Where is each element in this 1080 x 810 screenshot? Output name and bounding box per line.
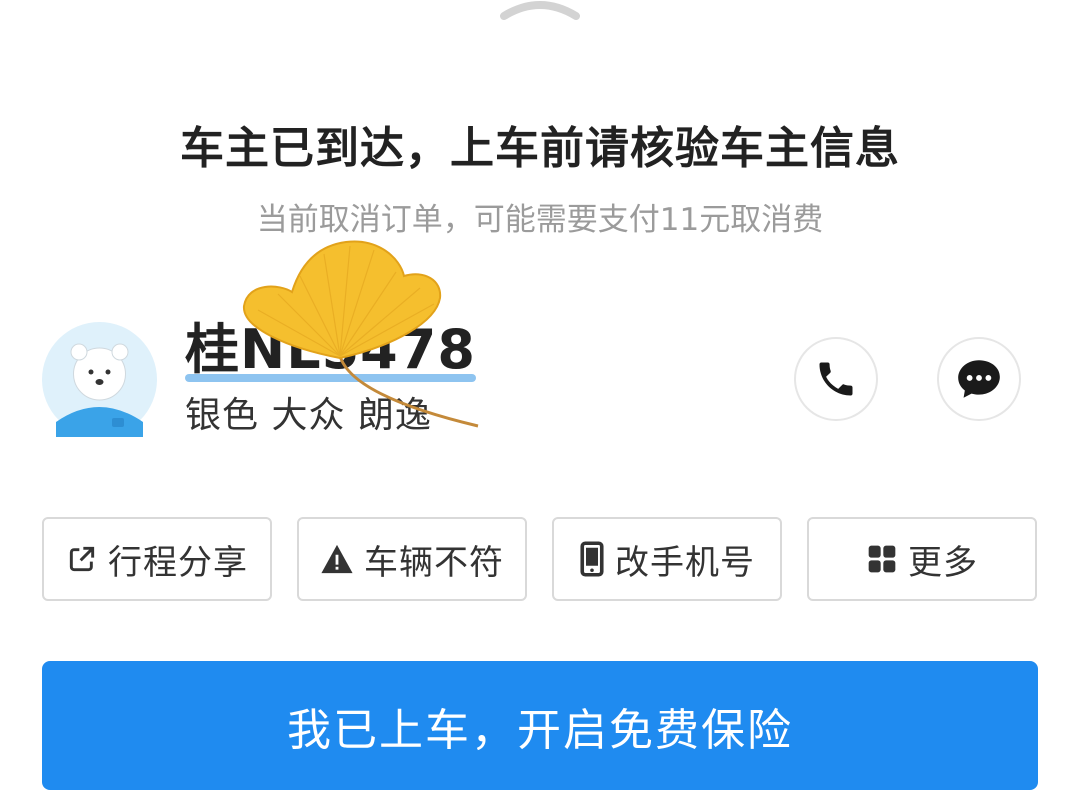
change-phone-button[interactable]: 改手机号 bbox=[552, 517, 782, 601]
plate-underline bbox=[185, 374, 476, 382]
boarded-start-insurance-button[interactable]: 我已上车，开启免费保险 bbox=[42, 661, 1038, 790]
call-driver-button[interactable] bbox=[794, 337, 878, 421]
car-description: 银色 大众 朗逸 bbox=[185, 395, 432, 436]
message-driver-button[interactable] bbox=[937, 337, 1021, 421]
share-icon bbox=[69, 546, 95, 572]
change-phone-label: 改手机号 bbox=[615, 542, 755, 583]
driver-avatar bbox=[42, 322, 157, 437]
more-options-label: 更多 bbox=[908, 542, 978, 583]
share-trip-button[interactable]: 行程分享 bbox=[42, 517, 272, 601]
primary-button-label: 我已上车，开启免费保险 bbox=[287, 704, 793, 756]
message-icon bbox=[958, 360, 1000, 398]
page-title: 车主已到达，上车前请核验车主信息 bbox=[180, 123, 900, 174]
plate-number-container: 桂NL5478 bbox=[185, 318, 476, 382]
plate-number: 桂NL5478 bbox=[185, 318, 476, 382]
phone-icon bbox=[819, 362, 853, 396]
grid-icon bbox=[868, 545, 896, 573]
share-trip-label: 行程分享 bbox=[108, 542, 248, 583]
vehicle-mismatch-label: 车辆不符 bbox=[364, 542, 504, 583]
collapse-handle-icon[interactable] bbox=[500, 0, 580, 22]
cancel-fee-notice: 当前取消订单，可能需要支付11元取消费 bbox=[256, 202, 824, 238]
warning-icon bbox=[321, 544, 353, 574]
vehicle-mismatch-button[interactable]: 车辆不符 bbox=[297, 517, 527, 601]
mobile-phone-icon bbox=[580, 541, 604, 577]
more-options-button[interactable]: 更多 bbox=[807, 517, 1037, 601]
